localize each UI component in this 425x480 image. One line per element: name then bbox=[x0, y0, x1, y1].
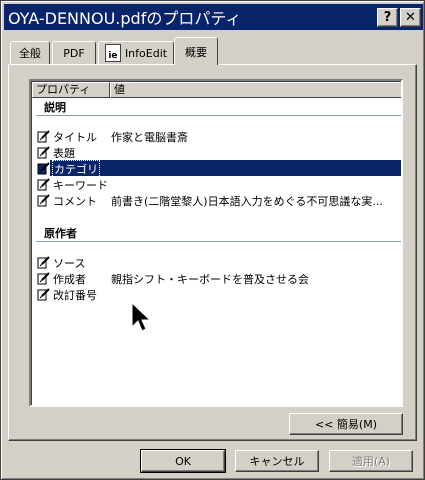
property-name: コメント bbox=[53, 195, 97, 208]
window-title: OYA-DENNOU.pdfのプロパティ bbox=[8, 9, 242, 28]
cancel-button[interactable]: キャンセル bbox=[235, 450, 319, 472]
tab-infoedit-label: InfoEdit bbox=[124, 46, 168, 60]
tab-general[interactable]: 全般 bbox=[10, 41, 50, 65]
mouse-pointer-icon bbox=[131, 302, 151, 332]
selection-highlight bbox=[50, 160, 401, 176]
property-row-keywords[interactable]: キーワード bbox=[32, 176, 401, 192]
group-divider bbox=[36, 115, 401, 116]
property-row-source[interactable]: ソース bbox=[32, 254, 401, 270]
property-value: 作家と電脳書斎 bbox=[111, 131, 188, 144]
property-row-title[interactable]: タイトル 作家と電脳書斎 bbox=[32, 128, 401, 144]
simple-view-button[interactable]: << 簡易(M) bbox=[289, 413, 403, 435]
edit-property-icon bbox=[37, 130, 50, 143]
property-name: タイトル bbox=[53, 131, 97, 144]
column-header-property[interactable]: プロパティ bbox=[32, 82, 110, 98]
tab-pdf[interactable]: PDF bbox=[52, 41, 96, 65]
title-bar[interactable]: OYA-DENNOU.pdfのプロパティ ? ✕ bbox=[4, 4, 423, 30]
edit-property-icon bbox=[37, 178, 50, 191]
property-name: ソース bbox=[53, 257, 86, 270]
group-origin: 原作者 bbox=[32, 224, 401, 242]
edit-property-icon bbox=[37, 146, 50, 159]
edit-property-icon bbox=[37, 272, 50, 285]
tab-infoedit[interactable]: ie InfoEdit bbox=[98, 41, 174, 65]
list-header: プロパティ 値 bbox=[32, 82, 401, 98]
group-description: 説明 bbox=[32, 98, 401, 116]
column-header-value[interactable]: 値 bbox=[110, 82, 401, 98]
group-label: 説明 bbox=[44, 101, 66, 114]
property-row-comment[interactable]: コメント 前書き(二階堂黎人)日本語入力をめぐる不可思議な実... bbox=[32, 192, 401, 208]
ok-button[interactable]: OK bbox=[140, 449, 226, 473]
property-row-subject[interactable]: 表題 bbox=[32, 144, 401, 160]
property-row-revision[interactable]: 改訂番号 bbox=[32, 286, 401, 302]
edit-property-icon bbox=[37, 162, 50, 175]
property-name: 改訂番号 bbox=[53, 289, 97, 302]
property-value: 親指シフト・キーボードを普及させる会 bbox=[111, 273, 309, 286]
tab-pdf-label: PDF bbox=[63, 46, 85, 60]
group-label: 原作者 bbox=[44, 227, 77, 240]
property-row-category[interactable]: カテゴリ bbox=[32, 160, 401, 178]
edit-property-icon bbox=[37, 256, 50, 269]
tab-summary-label: 概要 bbox=[185, 45, 207, 59]
property-name: 表題 bbox=[53, 147, 75, 160]
apply-button[interactable]: 適用(A) bbox=[329, 450, 413, 472]
help-button[interactable]: ? bbox=[377, 7, 398, 27]
properties-dialog: OYA-DENNOU.pdfのプロパティ ? ✕ 全般 PDF ie InfoE… bbox=[0, 0, 425, 480]
tab-general-label: 全般 bbox=[19, 47, 41, 60]
edit-property-icon bbox=[37, 194, 50, 207]
property-row-author[interactable]: 作成者 親指シフト・キーボードを普及させる会 bbox=[32, 270, 401, 286]
property-name: 作成者 bbox=[53, 273, 86, 286]
close-button[interactable]: ✕ bbox=[400, 7, 421, 27]
tab-summary[interactable]: 概要 bbox=[174, 37, 218, 65]
group-divider bbox=[36, 241, 401, 242]
edit-property-icon bbox=[37, 288, 50, 301]
property-list[interactable]: プロパティ 値 説明 タイトル 作家と電脳書斎 表題 カテゴリ キーワード コメ… bbox=[29, 79, 403, 407]
property-value: 前書き(二階堂黎人)日本語入力をめぐる不可思議な実... bbox=[111, 195, 383, 208]
property-name: キーワード bbox=[53, 179, 108, 192]
ie-icon: ie bbox=[104, 44, 121, 62]
